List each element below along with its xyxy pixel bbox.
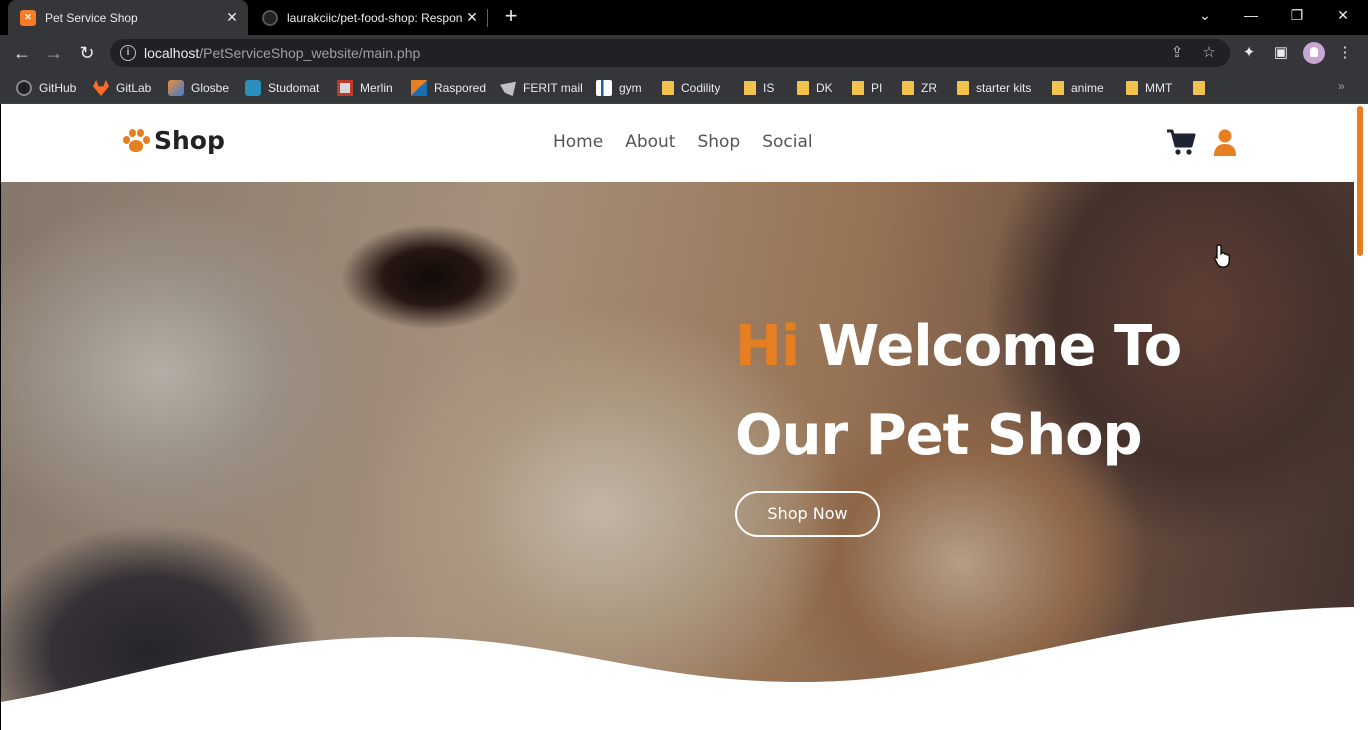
- main-nav: Home About Shop Social: [553, 132, 835, 152]
- bookmark-ferit-mail[interactable]: FERIT mail: [500, 78, 583, 98]
- folder-icon: [744, 81, 756, 95]
- bookmark-folder-mmt[interactable]: MMT: [1126, 78, 1172, 98]
- nav-shop[interactable]: Shop: [697, 132, 740, 152]
- folder-icon: [902, 81, 914, 95]
- paw-icon: [121, 128, 150, 154]
- tab-title: Pet Service Shop: [45, 10, 138, 25]
- side-panel-icon[interactable]: ▣: [1272, 44, 1290, 62]
- minimize-button[interactable]: —: [1228, 0, 1274, 32]
- tab-github-repo[interactable]: laurakciic/pet-food-shop: Respon ✕: [250, 0, 488, 35]
- bookmark-folder-starter-kits[interactable]: starter kits: [957, 78, 1031, 98]
- bookmark-glosbe[interactable]: Glosbe: [168, 78, 229, 98]
- bookmark-folder-anime[interactable]: anime: [1052, 78, 1104, 98]
- merlin-icon: [337, 80, 353, 96]
- tab-title: laurakciic/pet-food-shop: Respon: [287, 10, 462, 25]
- glosbe-icon: [168, 80, 184, 96]
- mail-icon: [500, 81, 516, 96]
- site-info-icon[interactable]: i: [120, 45, 136, 61]
- menu-kebab-icon[interactable]: ⋮: [1336, 44, 1354, 62]
- nav-social[interactable]: Social: [762, 132, 812, 152]
- brand-name: Shop: [154, 126, 225, 155]
- folder-icon: [1193, 81, 1205, 95]
- forward-button[interactable]: →: [42, 41, 66, 65]
- back-button[interactable]: ←: [10, 41, 34, 65]
- tab-pet-service-shop[interactable]: ✕ Pet Service Shop ✕: [8, 0, 248, 35]
- bookmark-folder-pi[interactable]: PI: [852, 78, 882, 98]
- gitlab-icon: [93, 80, 109, 96]
- bookmark-github[interactable]: GitHub: [16, 78, 76, 98]
- folder-icon: [1126, 81, 1138, 95]
- github-favicon-icon: [262, 9, 278, 26]
- bookmark-folder-is[interactable]: IS: [744, 78, 774, 98]
- folder-icon: [852, 81, 864, 95]
- bookmark-merlin[interactable]: Merlin: [337, 78, 393, 98]
- folder-icon: [1052, 81, 1064, 95]
- extensions-icon[interactable]: ✦: [1240, 44, 1258, 62]
- hero-section: Hi Welcome To Our Pet Shop Shop Now: [1, 182, 1354, 730]
- mouse-pointer-icon: [1214, 244, 1230, 268]
- close-tab-icon[interactable]: ✕: [222, 9, 242, 26]
- bookmark-star-icon[interactable]: ☆: [1200, 44, 1218, 62]
- nav-about[interactable]: About: [625, 132, 675, 152]
- web-page: Shop Home About Shop Social Hi Welcome T…: [1, 104, 1354, 730]
- bookmark-studomat[interactable]: Studomat: [245, 78, 319, 98]
- new-tab-button[interactable]: +: [500, 5, 522, 28]
- user-icon[interactable]: [1213, 128, 1237, 156]
- profile-avatar[interactable]: [1303, 42, 1325, 64]
- tab-separator: [487, 9, 488, 27]
- nav-home[interactable]: Home: [553, 132, 603, 152]
- address-bar[interactable]: i localhost/PetServiceShop_website/main.…: [110, 39, 1230, 67]
- restore-button[interactable]: ❐: [1274, 0, 1320, 32]
- share-icon[interactable]: ⇪: [1168, 44, 1186, 62]
- site-logo[interactable]: Shop: [121, 126, 225, 155]
- reload-button[interactable]: ↻: [75, 41, 99, 65]
- close-tab-icon[interactable]: ✕: [462, 9, 482, 26]
- bookmarks-bar: GitHub GitLab Glosbe Studomat Merlin Ras…: [0, 71, 1368, 104]
- folder-icon: [957, 81, 969, 95]
- raspored-icon: [411, 80, 427, 96]
- hero-bottom-wave: [1, 607, 1354, 730]
- tab-search-icon[interactable]: ⌄: [1182, 0, 1228, 32]
- folder-icon: [797, 81, 809, 95]
- site-header: Shop Home About Shop Social: [1, 104, 1354, 182]
- browser-toolbar: ← → ↻ i localhost/PetServiceShop_website…: [0, 35, 1368, 71]
- bookmark-gym[interactable]: gym: [596, 78, 642, 98]
- bookmark-folder-dk[interactable]: DK: [797, 78, 833, 98]
- browser-tab-strip: ✕ Pet Service Shop ✕ laurakciic/pet-food…: [0, 0, 1368, 35]
- bookmark-folder-zr[interactable]: ZR: [902, 78, 937, 98]
- studomat-icon: [245, 80, 261, 96]
- bookmark-raspored[interactable]: Raspored: [411, 78, 486, 98]
- github-icon: [16, 80, 32, 96]
- close-window-button[interactable]: ✕: [1320, 0, 1366, 32]
- page-scrollbar[interactable]: [1354, 104, 1368, 730]
- bookmark-gitlab[interactable]: GitLab: [93, 78, 151, 98]
- scrollbar-thumb[interactable]: [1357, 106, 1363, 256]
- bookmark-folder-codility[interactable]: Codility: [662, 78, 720, 98]
- url-text[interactable]: localhost/PetServiceShop_website/main.ph…: [144, 45, 420, 61]
- bookmark-folder-unnamed[interactable]: [1193, 78, 1212, 98]
- xampp-favicon-icon: ✕: [20, 9, 36, 26]
- folder-icon: [662, 81, 674, 95]
- cart-icon[interactable]: [1166, 128, 1196, 156]
- gym-flag-icon: [596, 80, 612, 96]
- more-bookmarks-icon[interactable]: »: [1338, 79, 1345, 93]
